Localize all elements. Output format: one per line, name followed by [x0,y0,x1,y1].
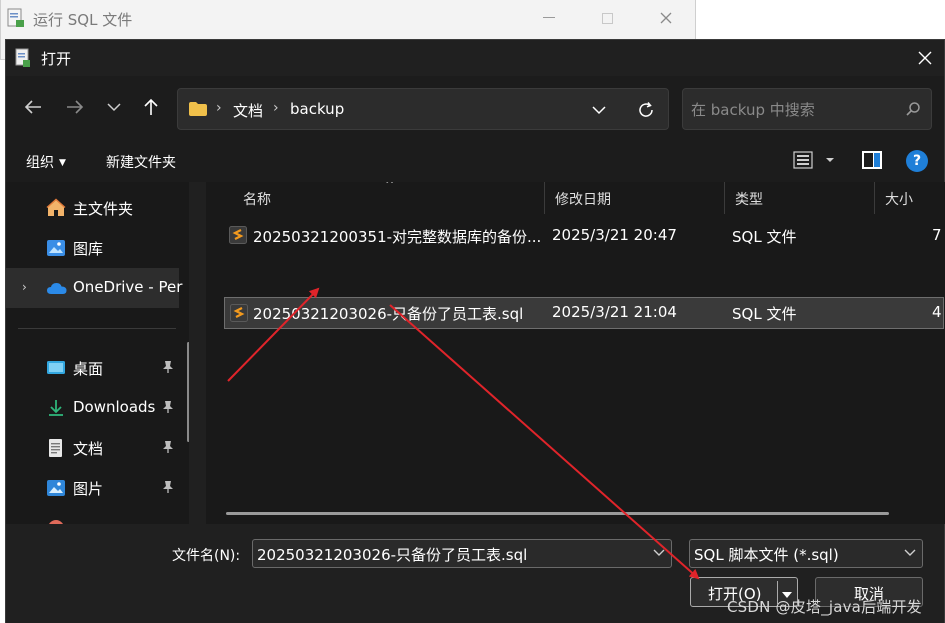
download-icon [46,398,66,418]
pin-icon [162,440,174,458]
sidebar-item-label: 主文件夹 [73,200,134,218]
pin-icon [162,400,174,418]
chevron-down-icon[interactable] [653,545,665,561]
sidebar-item-documents[interactable]: 文档 [6,428,179,468]
cloud-icon [46,278,67,298]
new-folder-button[interactable]: 新建文件夹 [106,152,176,172]
folder-icon [188,101,208,121]
file-row-selected[interactable]: 20250321203026-只备份了员工表.sql 2025/3/21 21:… [224,297,944,329]
breadcrumb-documents[interactable]: 文档 [233,100,263,121]
file-date: 2025/3/21 21:04 [552,303,677,321]
sidebar-item-onedrive[interactable]: › OneDrive - Per [6,268,183,308]
column-header-size[interactable]: 大小 [875,182,945,216]
forward-arrow-icon[interactable] [60,92,90,122]
desktop-icon [46,358,66,378]
filename-value: 20250321203026-只备份了员工表.sql [257,546,528,564]
view-options-icon[interactable] [793,150,837,174]
watermark: CSDN @皮塔_java后端开发 [727,598,922,616]
sql-file-icon [229,226,247,248]
navigation-pane: 主文件夹 图库 › OneDrive - Per 桌面 Downloads 文档… [6,182,189,524]
filetype-value: SQL 脚本文件 (*.sql) [694,546,839,564]
organize-menu[interactable]: 组织 ▼ [26,152,66,172]
dialog-app-icon [15,48,31,72]
pin-icon [162,480,174,498]
home-icon [46,198,66,218]
minimize-icon[interactable] [537,6,561,30]
address-dropdown-chevron-icon[interactable] [588,99,610,121]
chevron-down-icon[interactable] [904,545,916,561]
expand-chevron-icon[interactable]: › [22,280,27,294]
open-file-dialog: 打开 › 文档 › backup 在 backup 中搜索 组织 ▼ 新建文件夹… [5,39,945,623]
gallery-icon [46,238,66,258]
sidebar-item-label: 文档 [73,440,104,458]
search-input[interactable] [691,99,891,121]
file-type: SQL 文件 [732,228,797,246]
command-bar: 组织 ▼ 新建文件夹 ? [6,140,944,182]
file-name: 20250321200351-对完整数据库的备份... [253,228,542,246]
filename-label: 文件名(N): [172,548,241,564]
organize-label: 组织 [26,155,54,171]
column-header-name[interactable]: 名称 [233,182,543,216]
sidebar-item-label: 图库 [73,240,104,258]
column-header-date[interactable]: 修改日期 [545,182,723,216]
sidebar-item-label: Downloads [73,398,156,416]
sidebar-item-pictures[interactable]: 图片 [6,468,179,508]
file-row[interactable]: 20250321200351-对完整数据库的备份... 2025/3/21 20… [224,220,944,252]
sql-file-app-icon [7,8,25,32]
up-arrow-icon[interactable] [136,92,166,122]
file-list: ^ 名称 修改日期 类型 大小 20250321200351-对完整数据库的备份… [206,182,945,524]
filetype-select[interactable]: SQL 脚本文件 (*.sql) [689,539,923,568]
sql-file-icon [230,304,248,326]
navigation-bar: › 文档 › backup [6,76,944,140]
help-icon[interactable]: ? [906,150,928,172]
dialog-titlebar: 打开 [6,40,944,76]
breadcrumb-chevron-icon: › [216,100,222,116]
recent-locations-chevron-icon[interactable] [99,92,129,122]
sidebar-item-label: 图片 [73,480,104,498]
back-arrow-icon[interactable] [18,92,48,122]
maximize-icon[interactable] [595,6,619,30]
file-name: 20250321203026-只备份了员工表.sql [253,305,524,323]
search-box[interactable] [682,88,932,130]
picture-icon [46,478,66,498]
preview-pane-icon[interactable] [861,150,883,174]
sidebar-item-gallery[interactable]: 图库 [6,228,179,268]
refresh-icon[interactable] [634,98,658,122]
sidebar-item-label: 桌面 [73,360,104,378]
file-date: 2025/3/21 20:47 [552,226,677,244]
file-type: SQL 文件 [732,305,797,323]
address-bar[interactable]: › 文档 › backup [177,88,669,130]
sidebar-item-partial[interactable] [6,508,179,524]
document-icon [46,438,66,458]
file-size: 7 [932,226,942,244]
sidebar-item-label: OneDrive - Per [73,278,183,296]
breadcrumb-chevron-icon: › [273,100,279,116]
column-header-type[interactable]: 类型 [725,182,873,216]
file-size: 4 [932,303,942,321]
background-window-title: 运行 SQL 文件 [33,11,133,29]
sidebar-item-desktop[interactable]: 桌面 [6,348,179,388]
sidebar-item-downloads[interactable]: Downloads [6,388,179,428]
horizontal-scrollbar[interactable] [226,512,889,515]
close-icon[interactable] [654,6,678,30]
dialog-title: 打开 [41,50,72,68]
dialog-close-icon[interactable] [910,44,940,72]
sidebar-scrollbar[interactable] [187,342,189,442]
caret-down-icon: ▼ [59,158,66,168]
sidebar-item-home[interactable]: 主文件夹 [6,188,179,228]
search-icon[interactable] [905,101,921,121]
filename-input[interactable]: 20250321203026-只备份了员工表.sql [252,539,672,568]
sidebar-divider [18,328,176,329]
pin-icon [162,360,174,378]
breadcrumb-backup[interactable]: backup [290,100,344,118]
